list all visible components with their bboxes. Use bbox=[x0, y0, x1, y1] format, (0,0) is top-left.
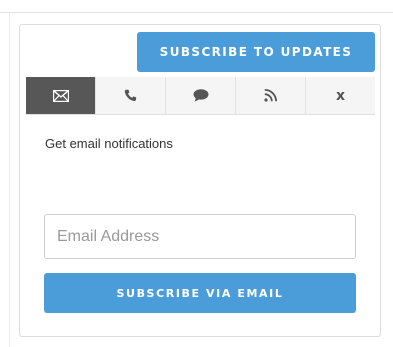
envelope-icon bbox=[52, 89, 69, 102]
subscribe-via-email-button[interactable]: SUBSCRIBE VIA EMAIL bbox=[44, 273, 356, 313]
phone-icon bbox=[124, 89, 137, 102]
email-notifications-description: Get email notifications bbox=[45, 136, 173, 151]
tab-close[interactable]: x bbox=[306, 77, 375, 114]
top-divider bbox=[0, 12, 393, 13]
email-address-input[interactable] bbox=[44, 214, 356, 259]
tab-chat[interactable] bbox=[166, 77, 236, 114]
tab-rss[interactable] bbox=[236, 77, 306, 114]
tab-email[interactable] bbox=[26, 77, 96, 114]
subscribe-to-updates-button[interactable]: SUBSCRIBE TO UPDATES bbox=[137, 32, 375, 72]
rss-icon bbox=[264, 89, 277, 102]
left-divider bbox=[9, 12, 10, 347]
close-icon: x bbox=[335, 87, 346, 104]
speech-bubble-icon bbox=[193, 89, 209, 102]
subscribe-tabs: x bbox=[26, 77, 375, 115]
tab-sms[interactable] bbox=[96, 77, 166, 114]
